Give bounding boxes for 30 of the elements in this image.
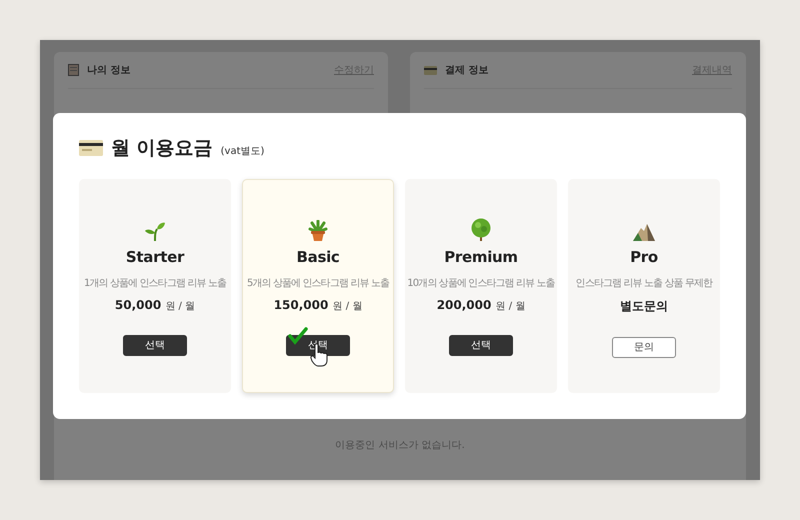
- vat-note: (vat별도): [220, 145, 264, 158]
- plan-price: 200,000 원 / 월: [436, 298, 526, 313]
- plan-price: 50,000 원 / 월: [114, 298, 196, 313]
- select-button[interactable]: 선택: [123, 334, 187, 356]
- plan-name: Starter: [126, 248, 184, 266]
- plan-card[interactable]: Premium 10개의 상품에 인스타그램 리뷰 노출 200,000 원 / 월 선택: [405, 179, 557, 393]
- potted-plant-icon: [308, 220, 328, 242]
- notepad-icon: [68, 64, 79, 76]
- panel-title: 나의 정보: [87, 64, 132, 77]
- checkmark-icon: [288, 327, 308, 345]
- mountain-icon: [632, 222, 656, 242]
- card-icon: [424, 66, 437, 74]
- plan-card[interactable]: Starter 1개의 상품에 인스타그램 리뷰 노출 50,000 원 / 월 선택: [79, 179, 231, 393]
- plan-card[interactable]: Pro 인스타그램 리뷰 노출 상품 무제한 별도문의 문의: [568, 179, 720, 393]
- panel-title: 결제 정보: [445, 64, 490, 77]
- select-button[interactable]: 선택: [449, 334, 513, 356]
- plan-price: 별도문의: [620, 298, 668, 315]
- plan-name: Premium: [444, 248, 518, 266]
- plan-description: 인스타그램 리뷰 노출 상품 무제한: [576, 277, 712, 290]
- plan-description: 1개의 상품에 인스타그램 리뷰 노출: [84, 277, 226, 290]
- plan-price: 150,000 원 / 월: [274, 298, 362, 313]
- plan-description: 5개의 상품에 인스타그램 리뷰 노출: [247, 277, 389, 290]
- credit-card-icon: [79, 140, 103, 156]
- plan-name: Pro: [630, 248, 658, 266]
- plan-name: Basic: [296, 248, 340, 266]
- tree-icon: [470, 218, 492, 242]
- sprout-icon: [144, 220, 166, 242]
- dialog-title: 월 이용요금: [111, 136, 213, 161]
- inquiry-button[interactable]: 문의: [612, 336, 676, 358]
- plan-description: 10개의 상품에 인스타그램 리뷰 노출: [407, 277, 555, 290]
